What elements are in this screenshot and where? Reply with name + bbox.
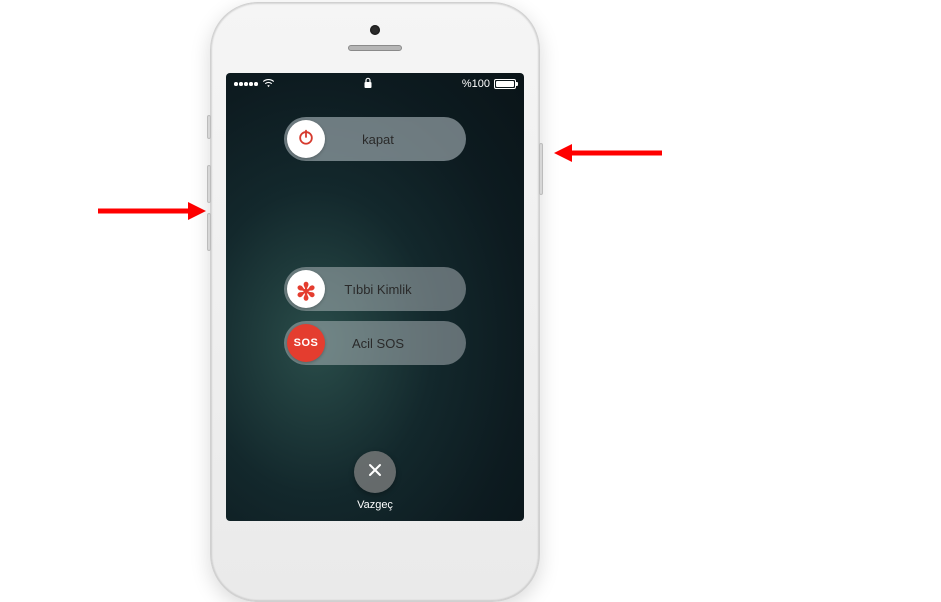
- arrow-to-volume-button: [96, 198, 206, 224]
- slide-medical-id[interactable]: ✻ Tıbbi Kimlik: [284, 267, 466, 311]
- cancel-area: Vazgeç: [226, 451, 524, 511]
- cellular-signal-icon: [234, 82, 258, 86]
- arrow-to-power-button: [554, 140, 664, 166]
- mute-switch[interactable]: [207, 115, 211, 139]
- volume-down-button[interactable]: [207, 213, 211, 251]
- sos-knob[interactable]: SOS: [287, 324, 325, 362]
- sos-text: SOS: [294, 337, 319, 349]
- cancel-label: Vazgeç: [226, 499, 524, 511]
- wifi-icon: [262, 78, 275, 91]
- medical-id-knob[interactable]: ✻: [287, 270, 325, 308]
- iphone-device-frame: %100 kapat ✻ Tıbbi Kimlik: [210, 2, 540, 602]
- status-bar: %100: [226, 73, 524, 95]
- sos-label: Acil SOS: [328, 336, 466, 351]
- medical-asterisk-icon: ✻: [296, 281, 316, 305]
- medical-id-label: Tıbbi Kimlik: [328, 282, 466, 297]
- slide-emergency-sos[interactable]: SOS Acil SOS: [284, 321, 466, 365]
- power-icon: [297, 128, 315, 151]
- slide-to-power-off[interactable]: kapat: [284, 117, 466, 161]
- earpiece-speaker: [348, 45, 402, 51]
- volume-up-button[interactable]: [207, 165, 211, 203]
- lock-icon: [363, 80, 373, 92]
- battery-percentage: %100: [462, 78, 490, 90]
- cancel-button[interactable]: [354, 451, 396, 493]
- close-icon: [367, 462, 383, 483]
- power-off-knob[interactable]: [287, 120, 325, 158]
- power-off-label: kapat: [328, 132, 466, 147]
- screen: %100 kapat ✻ Tıbbi Kimlik: [226, 73, 524, 521]
- battery-icon: [494, 79, 516, 89]
- front-camera: [370, 25, 380, 35]
- side-power-button[interactable]: [539, 143, 543, 195]
